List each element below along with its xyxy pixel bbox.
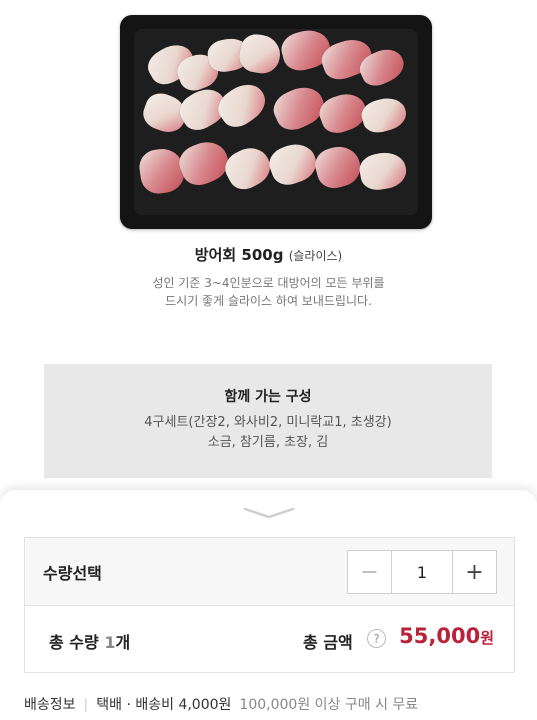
shipping-free-condition: 100,000원 이상 구매 시 무료: [239, 697, 419, 713]
quantity-row: 수량선택 − 1 +: [25, 538, 514, 606]
composition-line-2: 소금, 참기름, 초장, 김: [207, 435, 329, 450]
total-price-value: 55,000: [399, 624, 481, 648]
order-summary-box: 수량선택 − 1 + 총 수량 1개 총 금액 ? 55,000원: [24, 537, 515, 673]
quantity-label: 수량선택: [43, 564, 102, 583]
increase-quantity-button[interactable]: +: [452, 551, 496, 593]
shipping-method: 택배 · 배송비 4,000원: [96, 697, 232, 713]
desc-line-2: 드시기 좋게 슬라이스 하여 보내드립니다.: [165, 294, 372, 308]
shipping-label: 배송정보: [24, 697, 76, 713]
product-description: 성인 기준 3~4인분으로 대방어의 모든 부위를 드시기 좋게 슬라이스 하여…: [0, 274, 537, 310]
shipping-divider: |: [83, 697, 89, 713]
desc-line-1: 성인 기준 3~4인분으로 대방어의 모든 부위를: [152, 276, 385, 290]
shipping-info: 배송정보 | 택배 · 배송비 4,000원 100,000원 이상 구매 시 무료: [24, 694, 418, 714]
total-quantity-number: 1: [104, 633, 116, 652]
total-price-unit: 원: [480, 629, 494, 647]
product-image: [120, 15, 432, 229]
help-icon[interactable]: ?: [367, 629, 386, 648]
quantity-stepper: − 1 +: [347, 550, 497, 594]
total-row: 총 수량 1개 총 금액 ? 55,000원: [25, 606, 514, 674]
quantity-value[interactable]: 1: [392, 551, 452, 593]
composition-line-1: 4구세트(간장2, 와사비2, 미니락교1, 초생강): [144, 415, 392, 430]
product-name: 방어회 500g: [194, 246, 284, 264]
total-price: 55,000원: [399, 624, 494, 648]
decrease-quantity-button[interactable]: −: [348, 551, 392, 593]
total-amount-label: 총 금액: [303, 633, 353, 652]
total-quantity-suffix: 개: [115, 633, 131, 652]
product-title: 방어회 500g (슬라이스): [0, 244, 537, 265]
sashimi-platter: [134, 25, 418, 215]
total-quantity-prefix: 총 수량: [49, 633, 105, 652]
composition-box: 함께 가는 구성 4구세트(간장2, 와사비2, 미니락교1, 초생강) 소금,…: [44, 364, 492, 478]
composition-title: 함께 가는 구성: [224, 389, 312, 405]
chevron-down-icon[interactable]: [243, 506, 295, 520]
total-quantity: 총 수량 1개: [49, 629, 130, 653]
product-name-suffix: (슬라이스): [288, 249, 343, 263]
